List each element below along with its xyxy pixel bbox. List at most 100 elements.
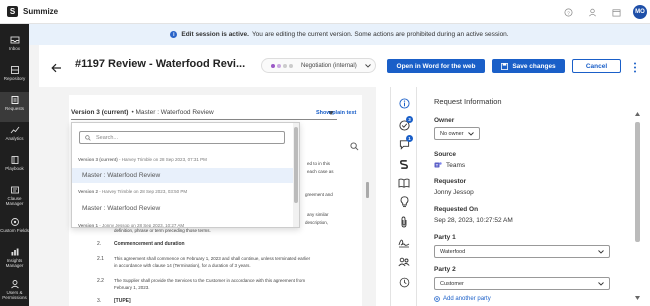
source-label: Source bbox=[434, 151, 457, 158]
attachment-icon[interactable] bbox=[397, 215, 411, 229]
sidebar-item-inbox[interactable]: Inbox bbox=[0, 32, 29, 62]
sidebar-item-users-permissions[interactable]: Users & Permissions bbox=[0, 276, 29, 306]
status-dropdown[interactable]: Negotiation (internal) bbox=[261, 58, 376, 73]
add-party-label: Add another party bbox=[443, 296, 491, 302]
history-icon[interactable] bbox=[397, 275, 411, 289]
version-meta: Version 3 (current) - Harvey Trimble on … bbox=[78, 157, 207, 162]
version-search-input[interactable]: Search... bbox=[79, 131, 285, 144]
add-party-link[interactable]: Add another party bbox=[434, 296, 491, 302]
info-icon: i bbox=[170, 31, 178, 38]
scroll-up-icon[interactable] bbox=[635, 112, 640, 116]
source-value: T Teams bbox=[434, 161, 465, 169]
doc-fragment: any similar bbox=[307, 212, 329, 217]
section-number: 2.1 bbox=[97, 256, 104, 262]
panel-scroll-thumb[interactable] bbox=[635, 122, 640, 242]
open-in-word-button[interactable]: Open in Word for the web bbox=[387, 59, 485, 73]
top-bar: S Summize ? MO bbox=[0, 0, 650, 24]
chevron-down-icon bbox=[468, 131, 474, 136]
help-icon[interactable]: ? bbox=[561, 5, 575, 19]
lightbulb-icon[interactable] bbox=[397, 195, 411, 209]
section-text: February 1, 2023. bbox=[114, 285, 150, 290]
version-select[interactable]: Version 3 (current) • Master : Waterfood… bbox=[71, 106, 337, 120]
signature-icon[interactable] bbox=[397, 235, 411, 249]
dropdown-scroll-thumb[interactable] bbox=[294, 127, 298, 203]
owner-label: Owner bbox=[434, 117, 455, 124]
version-author: - Jonny Jessop on 28 Sep 2023, 10:27 AM bbox=[99, 223, 185, 228]
back-arrow-icon[interactable] bbox=[51, 60, 62, 78]
cancel-button[interactable]: Cancel bbox=[572, 59, 621, 73]
inbox-icon bbox=[10, 36, 19, 44]
left-gutter bbox=[29, 45, 39, 306]
version-current: Version 3 (current) bbox=[71, 109, 129, 116]
banner-strong: Edit session is active. bbox=[181, 31, 249, 38]
requestor-value: Jonny Jessop bbox=[434, 189, 474, 196]
version-option[interactable]: Master : Waterfood Review bbox=[72, 168, 294, 183]
dropdown-scrollbar[interactable] bbox=[293, 123, 299, 227]
clause-icon bbox=[10, 186, 19, 194]
info-icon[interactable] bbox=[397, 96, 411, 110]
sidebar-label: Analytics bbox=[5, 136, 24, 141]
page-title: #1197 Review - Waterfood Revi... bbox=[75, 58, 246, 70]
version-name: Version 3 (current) bbox=[78, 157, 118, 162]
version-meta: Version 2 - Harvey Trimble on 28 Sep 202… bbox=[78, 189, 187, 194]
version-option[interactable]: Master : Waterfood Review bbox=[72, 201, 294, 216]
search-placeholder: Search... bbox=[96, 134, 119, 141]
sidebar-item-analytics[interactable]: Analytics bbox=[0, 122, 29, 152]
sidebar-item-repository[interactable]: Repository bbox=[0, 62, 29, 92]
avatar[interactable]: MO bbox=[633, 5, 647, 19]
book-icon[interactable] bbox=[397, 176, 411, 190]
show-plain-text-link[interactable]: Show plain text bbox=[316, 110, 356, 116]
sidebar-label: Playbook bbox=[5, 166, 24, 171]
save-icon bbox=[501, 62, 509, 70]
version-dropdown: Search... Version 3 (current) - Harvey T… bbox=[71, 122, 300, 228]
playbook-icon bbox=[11, 156, 18, 164]
version-name: Version 2 bbox=[78, 189, 99, 194]
requests-icon bbox=[11, 96, 18, 104]
scroll-down-icon[interactable] bbox=[635, 296, 640, 300]
document-scrollbar[interactable] bbox=[366, 182, 369, 198]
user-icon[interactable] bbox=[585, 5, 599, 19]
summize-s-icon[interactable] bbox=[397, 157, 411, 171]
doc-fragment: description, bbox=[305, 220, 329, 225]
doc-fragment: definition, phrase or term preceding tho… bbox=[114, 228, 211, 233]
sidebar-item-insights-manager[interactable]: Insights Manager bbox=[0, 244, 29, 274]
custom-fields-icon bbox=[10, 218, 19, 226]
requested-on-label: Requested On bbox=[434, 206, 479, 213]
sidebar-item-clause-manager[interactable]: Clause Manager bbox=[0, 182, 29, 212]
panel-scrollbar[interactable] bbox=[633, 112, 642, 300]
comments-badge: 1 bbox=[406, 135, 413, 142]
sidebar-item-playbook[interactable]: Playbook bbox=[0, 152, 29, 182]
icon-rail: 3 1 bbox=[390, 87, 417, 306]
sidebar-item-custom-fields[interactable]: Custom Fields bbox=[0, 214, 29, 244]
section-number: 3. bbox=[97, 298, 102, 304]
doc-fragment: each case as bbox=[307, 169, 334, 174]
source-text: Teams bbox=[446, 161, 466, 169]
party2-label: Party 2 bbox=[434, 266, 456, 273]
version-meta: Version 1 - Jonny Jessop on 28 Sep 2023,… bbox=[78, 223, 185, 228]
calendar-icon[interactable] bbox=[609, 5, 623, 19]
owner-select[interactable]: No owner bbox=[434, 127, 480, 140]
chevron-down-icon bbox=[364, 63, 371, 68]
sidebar-label: Users & Permissions bbox=[2, 290, 27, 300]
section-text: This agreement shall commence on Februar… bbox=[114, 256, 311, 261]
party2-select[interactable]: Customer bbox=[434, 277, 610, 290]
save-changes-button[interactable]: Save changes bbox=[492, 59, 565, 73]
requestor-label: Requestor bbox=[434, 178, 467, 185]
party1-select[interactable]: Waterfood bbox=[434, 245, 610, 258]
sidebar-label: Inbox bbox=[8, 46, 20, 51]
section-heading: [TUPE] bbox=[114, 298, 131, 304]
more-options-icon[interactable] bbox=[633, 60, 637, 78]
repository-icon bbox=[10, 66, 19, 74]
sidebar-label: Custom Fields bbox=[0, 228, 29, 233]
requested-on-value: Sep 28, 2023, 10:27:52 AM bbox=[434, 217, 513, 224]
search-icon[interactable] bbox=[350, 138, 359, 156]
section-text: The Supplier shall provide the Services … bbox=[114, 278, 306, 283]
sidebar-label: Clause Manager bbox=[5, 196, 24, 206]
version-name: Version 1 bbox=[78, 223, 99, 228]
sidebar-item-requests[interactable]: Requests bbox=[0, 92, 29, 122]
doc-fragment: greement and bbox=[305, 192, 333, 197]
svg-text:?: ? bbox=[567, 10, 570, 16]
version-branch: • Master : Waterfood Review bbox=[131, 109, 214, 116]
people-icon[interactable] bbox=[397, 255, 411, 269]
party1-label: Party 1 bbox=[434, 234, 456, 241]
